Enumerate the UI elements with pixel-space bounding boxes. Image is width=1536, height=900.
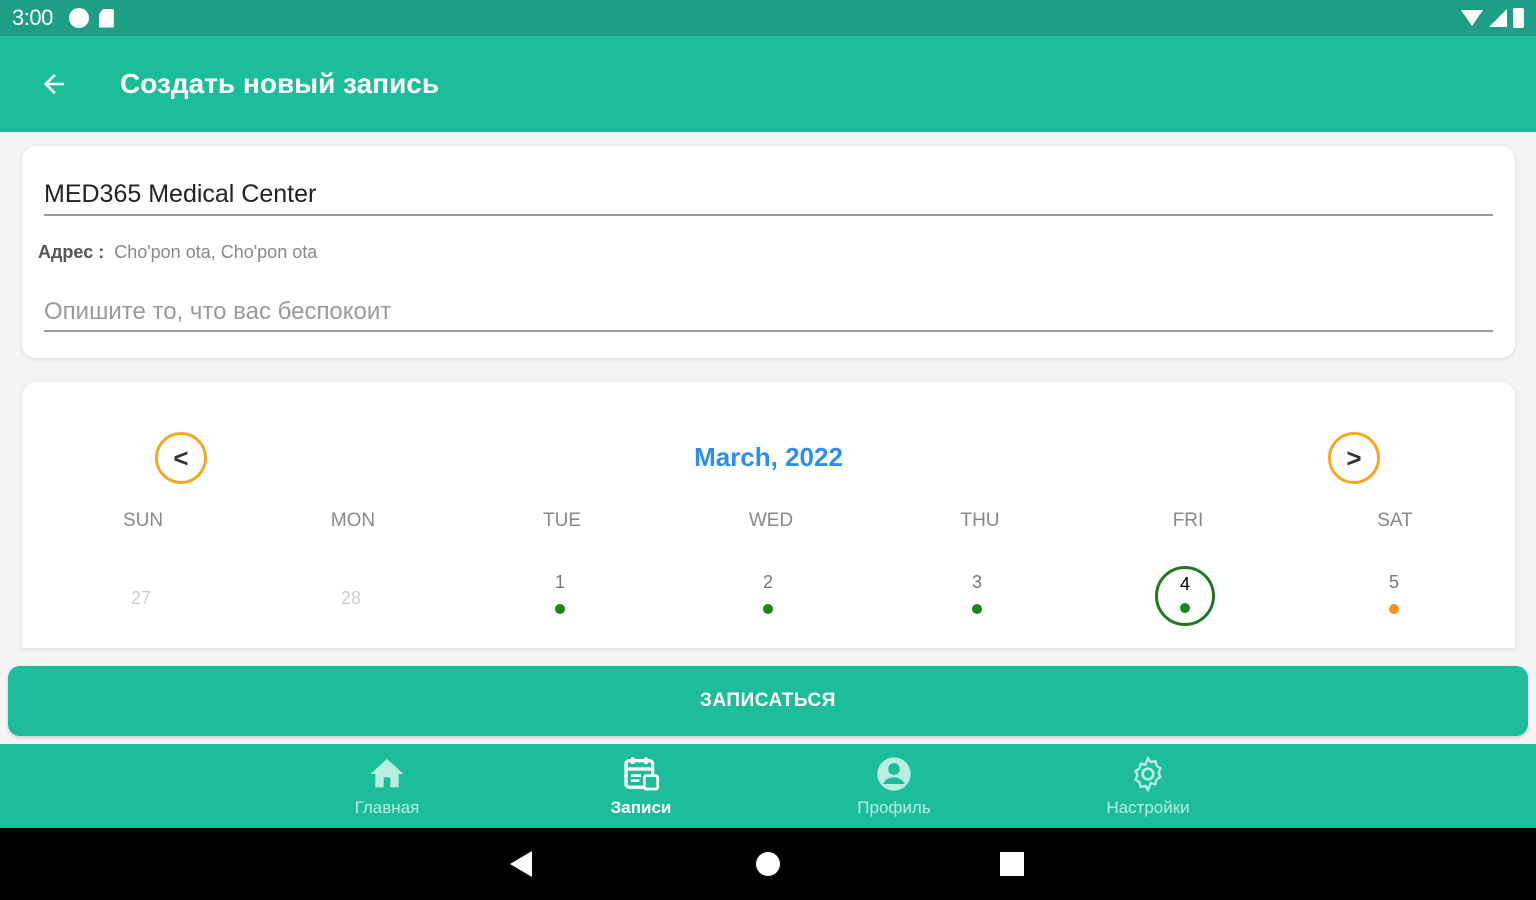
address-row: Адрес : Cho'pon ota, Cho'pon ota — [38, 242, 317, 263]
system-back-button[interactable] — [510, 851, 532, 877]
weekday-sun: SUN — [122, 510, 164, 531]
availability-dot — [763, 604, 773, 614]
day-number: 28 — [340, 588, 362, 608]
day-number: 27 — [130, 588, 152, 608]
availability-dot — [1180, 603, 1190, 613]
book-appointment-button[interactable]: ЗАПИСАТЬСЯ — [8, 666, 1528, 736]
screen: 3:00 Создать новый запись MED365 Medical… — [0, 0, 1536, 900]
calendar-month-title: March, 2022 — [694, 442, 843, 472]
battery-icon — [1513, 8, 1524, 28]
nav-label: Настройки — [1106, 798, 1190, 817]
weekday-thu: THU — [960, 510, 1000, 531]
calendar-day-3[interactable]: 3 — [947, 570, 1007, 630]
calendar-day-28: 28 — [321, 586, 381, 646]
calendar-card: < March, 2022 > SUN MON TUE WED THU FRI … — [22, 382, 1515, 648]
status-time: 3:00 — [12, 5, 53, 30]
day-number: 1 — [554, 572, 565, 592]
calendar-day-4-selected[interactable]: 4 — [1155, 566, 1215, 626]
clinic-name-field[interactable]: MED365 Medical Center — [44, 180, 1493, 216]
day-number: 3 — [971, 572, 982, 592]
page-title: Создать новый запись — [120, 68, 440, 99]
next-month-button[interactable]: > — [1328, 432, 1380, 484]
nav-item-settings[interactable]: Настройки — [1058, 744, 1238, 828]
status-right-icons — [1461, 8, 1524, 28]
status-bar: 3:00 — [0, 0, 1536, 36]
nav-label: Главная — [354, 798, 420, 817]
wifi-icon — [1461, 10, 1483, 26]
weekday-mon: MON — [330, 510, 376, 531]
nav-label: Профиль — [857, 798, 931, 817]
weekday-fri: FRI — [1172, 510, 1204, 531]
notification-icon — [68, 8, 89, 28]
status-left-icons — [68, 8, 114, 28]
weekday-sat: SAT — [1377, 510, 1413, 531]
nav-item-appointments[interactable]: Записи — [551, 744, 731, 828]
back-button[interactable] — [14, 36, 94, 132]
availability-dot — [555, 604, 565, 614]
system-nav-bar — [0, 828, 1536, 900]
signal-icon — [1489, 9, 1507, 27]
nav-item-profile[interactable]: Профиль — [804, 744, 984, 828]
availability-dot — [1389, 604, 1399, 614]
home-icon — [370, 759, 404, 788]
appointments-icon — [624, 757, 659, 791]
weekday-tue: TUE — [543, 510, 581, 531]
complaint-input[interactable] — [44, 294, 1493, 332]
calendar-day-5[interactable]: 5 — [1364, 570, 1424, 630]
availability-dot — [972, 604, 982, 614]
system-home-button[interactable] — [756, 852, 780, 876]
settings-icon — [1134, 755, 1162, 793]
address-value: Cho'pon ota, Cho'pon ota — [114, 242, 318, 262]
bottom-nav: Главная Записи Профиль Настройки — [0, 744, 1536, 828]
system-recents-button[interactable] — [1000, 852, 1024, 876]
weekday-wed: WED — [748, 510, 794, 531]
arrow-left-icon — [44, 74, 64, 94]
clinic-form-card: MED365 Medical Center Адрес : Cho'pon ot… — [22, 146, 1515, 358]
calendar-day-2[interactable]: 2 — [738, 570, 798, 630]
day-number: 2 — [762, 572, 773, 592]
nav-item-home[interactable]: Главная — [297, 744, 477, 828]
day-number: 4 — [1179, 574, 1190, 594]
calendar-day-27: 27 — [111, 586, 171, 646]
calendar-day-1[interactable]: 1 — [530, 570, 590, 630]
address-label: Адрес : — [38, 242, 105, 262]
app-bar: Создать новый запись — [0, 36, 1536, 132]
nav-label: Записи — [610, 798, 672, 817]
profile-icon — [877, 757, 911, 791]
sd-card-icon — [98, 8, 114, 28]
day-number: 5 — [1388, 572, 1399, 592]
